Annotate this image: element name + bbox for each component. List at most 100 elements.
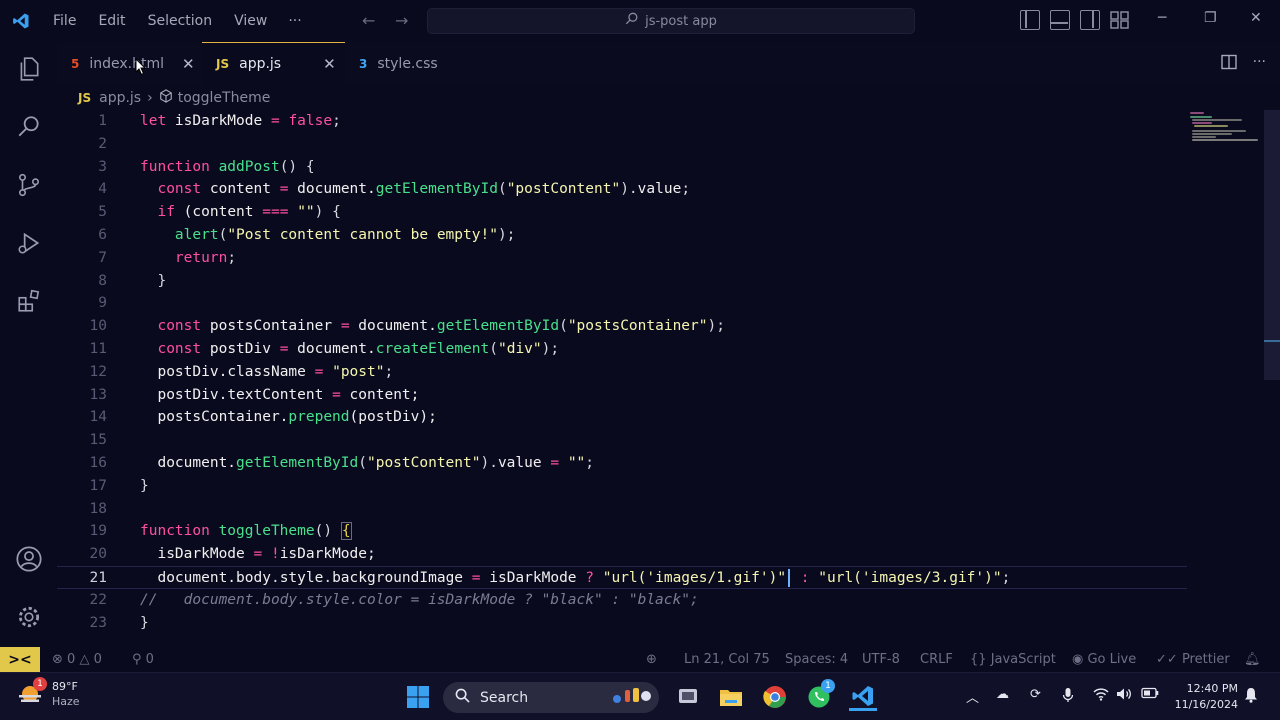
close-tab-icon[interactable]: ✕ [182,55,195,73]
explorer-icon[interactable] [14,54,44,84]
end-of-line[interactable]: CRLF [920,647,953,672]
chrome-icon[interactable] [761,683,789,711]
system-clock[interactable]: 12:40 PM 11/16/2024 [1172,681,1238,713]
notifications-bell-icon[interactable]: 🔔︎ [1244,647,1261,672]
code-token: getElementById [236,455,359,471]
ports-indicator[interactable]: ⚲ 0 [132,647,154,672]
battery-icon[interactable] [1141,687,1159,703]
windows-start-icon[interactable] [404,683,432,711]
code-line[interactable]: 21 document.body.style.backgroundImage =… [57,566,1187,589]
tab-style-css[interactable]: 3 style.css [345,42,489,85]
tray-chevron-up-icon[interactable]: ︿ [966,687,979,706]
go-live-button[interactable]: ◉ Go Live [1072,647,1136,672]
code-line[interactable]: 3 function addPost() { [57,156,1187,179]
encoding[interactable]: UTF-8 [862,647,900,672]
restore-icon[interactable]: ❐ [1204,10,1217,26]
code-token: isDarkMode [166,113,271,129]
split-editor-icon[interactable] [1220,54,1237,74]
breadcrumb: JS app.js › toggleTheme [78,88,270,108]
code-line[interactable]: 7 return; [57,247,1187,270]
code-line[interactable]: 17} [57,475,1187,498]
file-explorer-icon[interactable] [717,683,745,711]
code-line[interactable]: 22 // document.body.style.color = isDarkM… [57,589,1187,612]
microphone-icon[interactable] [1062,687,1074,707]
taskbar-search[interactable]: Search [443,682,659,713]
code-line[interactable]: 16 document.getElementById("postContent"… [57,452,1187,475]
close-tab-icon[interactable]: ✕ [323,55,336,73]
search-panel-icon[interactable] [14,112,44,142]
prettier-button[interactable]: ✓✓ Prettier [1156,647,1230,672]
minimize-icon[interactable]: ─ [1158,10,1166,26]
language-label: JavaScript [990,652,1056,667]
cursor-position[interactable]: Ln 21, Col 75 [684,647,770,672]
tray-app-icon[interactable]: ⟳ [1030,687,1041,702]
menu-selection[interactable]: Selection [137,0,224,42]
code-line[interactable]: 12 postDiv.className = "post"; [57,361,1187,384]
code-token: document. [349,318,437,335]
indentation[interactable]: Spaces: 4 [785,647,848,672]
breadcrumb-symbol[interactable]: toggleTheme [178,90,271,106]
tab-index-html[interactable]: 5 index.html ✕ [57,42,202,85]
code-line[interactable]: 18 [57,498,1187,521]
tab-actions: ··· [1220,54,1266,74]
source-control-icon[interactable] [14,170,44,200]
code-editor[interactable]: 1 let isDarkMode = false; 2 3 function addPo… [57,110,1187,646]
code-line[interactable]: 15 [57,429,1187,452]
vscode-taskbar-icon[interactable] [849,683,877,711]
command-center-search[interactable]: js-post app [427,8,915,34]
menu-view[interactable]: View [223,0,278,42]
code-line[interactable]: 11 const postDiv = document.createElemen… [57,338,1187,361]
toggle-primary-sidebar-icon[interactable] [1020,10,1040,30]
code-line[interactable]: 23} [57,612,1187,635]
run-debug-icon[interactable] [14,228,44,258]
back-arrow-icon[interactable]: ← [362,11,375,30]
code-line[interactable]: 8 } [57,270,1187,293]
code-line[interactable]: 5 if (content === "") { [57,201,1187,224]
tab-app-js[interactable]: JS app.js ✕ [202,42,345,85]
remote-indicator-button[interactable]: >< [0,647,40,672]
toggle-panel-icon[interactable] [1050,10,1070,30]
manage-gear-icon[interactable] [14,602,44,632]
code-line[interactable]: 13 postDiv.textContent = content; [57,384,1187,407]
menu-more-button[interactable]: ··· [278,13,311,29]
code-line[interactable]: 14 postsContainer.prepend(postDiv); [57,406,1187,429]
language-mode[interactable]: {} JavaScript [970,647,1056,672]
menu-edit[interactable]: Edit [87,0,136,42]
accounts-icon[interactable] [14,544,44,574]
code-line[interactable]: 1 let isDarkMode = false; [57,110,1187,133]
wifi-icon[interactable] [1093,687,1109,705]
toggle-secondary-sidebar-icon[interactable] [1080,10,1100,30]
code-line[interactable]: 20 isDarkMode = !isDarkMode; [57,543,1187,566]
code-text: postsContainer.prepend(postDiv); [140,406,436,429]
more-actions-icon[interactable]: ··· [1253,54,1266,74]
onedrive-cloud-icon[interactable]: ☁ [996,687,1009,702]
customize-layout-icon[interactable] [1110,10,1130,30]
notification-center-icon[interactable] [1244,687,1258,707]
forward-arrow-icon[interactable]: → [395,11,408,30]
task-view-icon[interactable] [674,683,702,711]
close-window-icon[interactable]: ✕ [1250,10,1262,26]
code-line[interactable]: 4 const content = document.getElementByI… [57,178,1187,201]
code-token: ; [384,363,394,380]
code-line[interactable]: 6 alert("Post content cannot be empty!")… [57,224,1187,247]
code-line[interactable]: 2 [57,133,1187,156]
code-token: document. [288,181,376,198]
zoom-icon[interactable]: ⊕ [646,647,657,672]
menu-file[interactable]: File [42,0,87,42]
weather-widget[interactable]: 1 89°F Haze [16,677,80,709]
js-icon: JS [78,91,92,105]
volume-icon[interactable] [1116,687,1132,705]
code-line[interactable]: 10 const postsContainer = document.getEl… [57,315,1187,338]
problems-indicator[interactable]: ⊗ 0 △ 0 [52,647,102,672]
code-token: "postContent" [506,181,621,198]
code-line[interactable]: 9 [57,292,1187,315]
minimap[interactable] [1188,110,1262,646]
line-number: 12 [89,363,107,380]
code-line[interactable]: 19 function toggleTheme() { [57,520,1187,543]
whatsapp-icon[interactable]: 1 [805,679,835,711]
breadcrumb-file[interactable]: app.js [99,90,141,106]
extensions-icon[interactable] [14,286,44,316]
